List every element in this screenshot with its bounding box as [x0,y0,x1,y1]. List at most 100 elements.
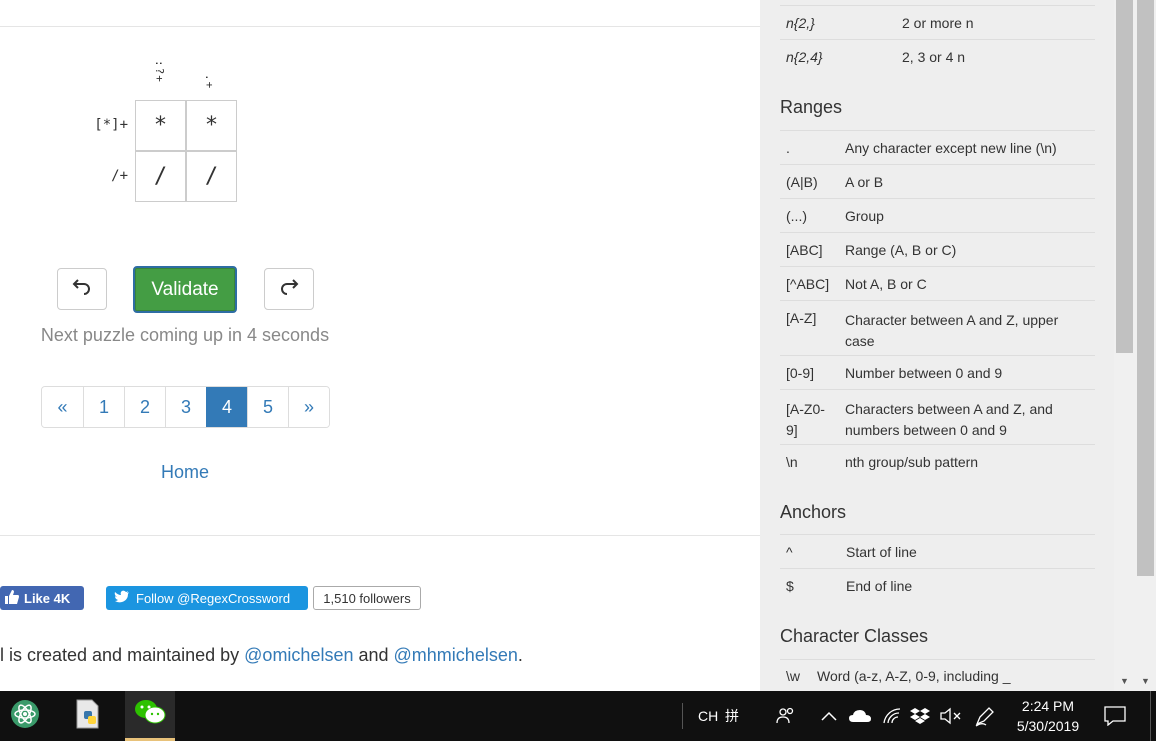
row-clue-1: [*]+ [94,117,128,133]
show-desktop-button[interactable] [1150,691,1151,741]
wechat-icon [134,698,166,731]
page-1[interactable]: 1 [83,387,124,427]
sidebar-scrollbar-thumb[interactable] [1116,0,1133,353]
wifi-icon[interactable] [882,691,902,741]
cheatsheet-key: [0-9] [786,365,815,381]
cheatsheet-value: 2, 3 or 4 n [902,49,966,65]
main-content: :?+ .+ [*]+ /+ * * / / Validate Next puz… [0,0,760,691]
cheatsheet-row: [A-Z] Character between A and Z, upper c… [780,300,1095,355]
cheatsheet-row: [^ABC] Not A, B or C [780,266,1095,300]
volume-muted-icon[interactable] [940,691,962,741]
puzzle-cell[interactable]: * [135,100,186,151]
taskbar-app-atom[interactable] [0,691,50,741]
column-clue-1: :?+ [153,60,166,83]
taskbar-clock[interactable]: 2:24 PM 5/30/2019 [1008,696,1088,736]
people-icon[interactable] [776,691,796,741]
ime-mode-icon[interactable]: 拼 [725,691,739,741]
divider [0,26,760,27]
cheatsheet-value: Group [845,208,884,224]
cheatsheet-value: nth group/sub pattern [845,454,979,470]
cheatsheet-value: Range (A, B or C) [845,242,957,258]
puzzle-cell[interactable]: * [186,100,237,151]
cheatsheet-row: [ABC] Range (A, B or C) [780,232,1095,266]
facebook-like-label: Like 4K [24,590,71,606]
twitter-follower-count[interactable]: 1,510 followers [313,586,421,610]
page-3[interactable]: 3 [165,387,206,427]
cheatsheet-key: [^ABC] [786,276,830,292]
facebook-like-button[interactable]: Like 4K [0,586,84,610]
cheatsheet-row: (A|B) A or B [780,164,1095,198]
cheatsheet-key: \w [786,668,800,684]
puzzle-cell[interactable]: / [135,151,186,202]
cheatsheet-row: [0-9] Number between 0 and 9 [780,355,1095,389]
anchors-heading: Anchors [780,502,847,522]
cheatsheet-value: A or B [845,174,884,190]
onedrive-cloud-icon[interactable] [848,691,872,741]
redo-button[interactable] [264,268,314,310]
cheatsheet-value: 2 or more n [902,15,974,31]
credit-mid: and [353,645,394,665]
sidebar-scroll-down-icon[interactable]: ▼ [1120,676,1129,686]
ime-language[interactable]: CH [698,691,718,741]
home-link[interactable]: Home [0,462,370,483]
cheatsheet-value: Start of line [846,544,917,560]
cheatsheet-row: . Any character except new line (\n) [780,130,1095,164]
twitter-follow-label: Follow @RegexCrossword [136,590,291,606]
cheatsheet-key: (...) [786,208,807,224]
divider [0,535,760,536]
cheatsheet-value: End of line [846,578,913,594]
page-scrollbar-thumb[interactable] [1137,0,1154,576]
cheatsheet-key: \n [786,454,798,470]
dropbox-icon[interactable] [910,691,930,741]
taskbar-app-wechat[interactable] [125,691,175,741]
python-file-icon [74,699,102,734]
cheatsheet-key: (A|B) [786,174,818,190]
puzzle-cell[interactable]: / [186,151,237,202]
author-link-mhmichelsen[interactable]: @mhmichelsen [394,645,518,665]
clock-date: 5/30/2019 [1016,718,1080,734]
cheatsheet-value: Not A, B or C [845,276,927,292]
cheatsheet-key: ^ [786,544,793,560]
thumbs-up-icon [4,589,20,608]
author-link-omichelsen[interactable]: @omichelsen [244,645,353,665]
pen-ink-icon[interactable] [974,691,996,741]
validate-button[interactable]: Validate [133,266,237,313]
screen: :?+ .+ [*]+ /+ * * / / Validate Next puz… [0,0,1156,741]
taskbar: CH 拼 2:24 PM 5/30/2019 [0,691,1156,741]
undo-button[interactable] [57,268,107,310]
page-next[interactable]: » [288,387,329,427]
credit-suffix: . [517,645,523,665]
show-hidden-icons-chevron-icon[interactable] [820,691,838,741]
regex-cheatsheet: n{2,} 2 or more n n{2,4} 2, 3 or 4 n Ran… [760,0,1114,691]
redo-icon [279,276,299,302]
cheatsheet-key: [A-Z] [786,310,817,326]
cheatsheet-key: n{2,} [786,15,815,31]
cheatsheet-value: Any character except new line (\n) [845,140,1057,156]
twitter-follow-button[interactable]: Follow @RegexCrossword [106,586,308,610]
cheatsheet-row: [A-Z0-9] Characters between A and Z, and… [780,389,1095,444]
page-scroll-down-icon[interactable]: ▼ [1141,676,1150,686]
cheatsheet-row: \n nth group/sub pattern [780,444,1095,478]
page-2[interactable]: 2 [124,387,165,427]
notifications-icon[interactable] [1104,691,1126,741]
ranges-heading: Ranges [780,97,843,117]
cheatsheet-value: Characters between A and Z, and numbers … [845,401,1053,438]
cheatsheet-row: $ End of line [780,568,1095,602]
undo-icon [72,276,92,302]
taskbar-divider [682,703,683,729]
character-classes-heading: Character Classes [780,626,929,646]
page-5[interactable]: 5 [247,387,288,427]
pagination: « 1 2 3 4 5 » [41,386,330,428]
next-puzzle-countdown: Next puzzle coming up in 4 seconds [40,325,330,345]
cheatsheet-key: [A-Z0-9] [786,401,825,438]
taskbar-app-python-file[interactable] [63,691,113,741]
page-4-active[interactable]: 4 [206,387,247,427]
cheatsheet-value: Word (a-z, A-Z, 0-9, including _ [817,668,1011,684]
cheatsheet-row: n{2,} 2 or more n [780,5,1095,39]
cheatsheet-row: \w Word (a-z, A-Z, 0-9, including _ [780,659,1095,691]
clock-time: 2:24 PM [1021,698,1075,714]
cheatsheet-row: (...) Group [780,198,1095,232]
page-prev[interactable]: « [42,387,83,427]
atom-icon [10,699,40,734]
cheatsheet-key: . [786,140,790,156]
